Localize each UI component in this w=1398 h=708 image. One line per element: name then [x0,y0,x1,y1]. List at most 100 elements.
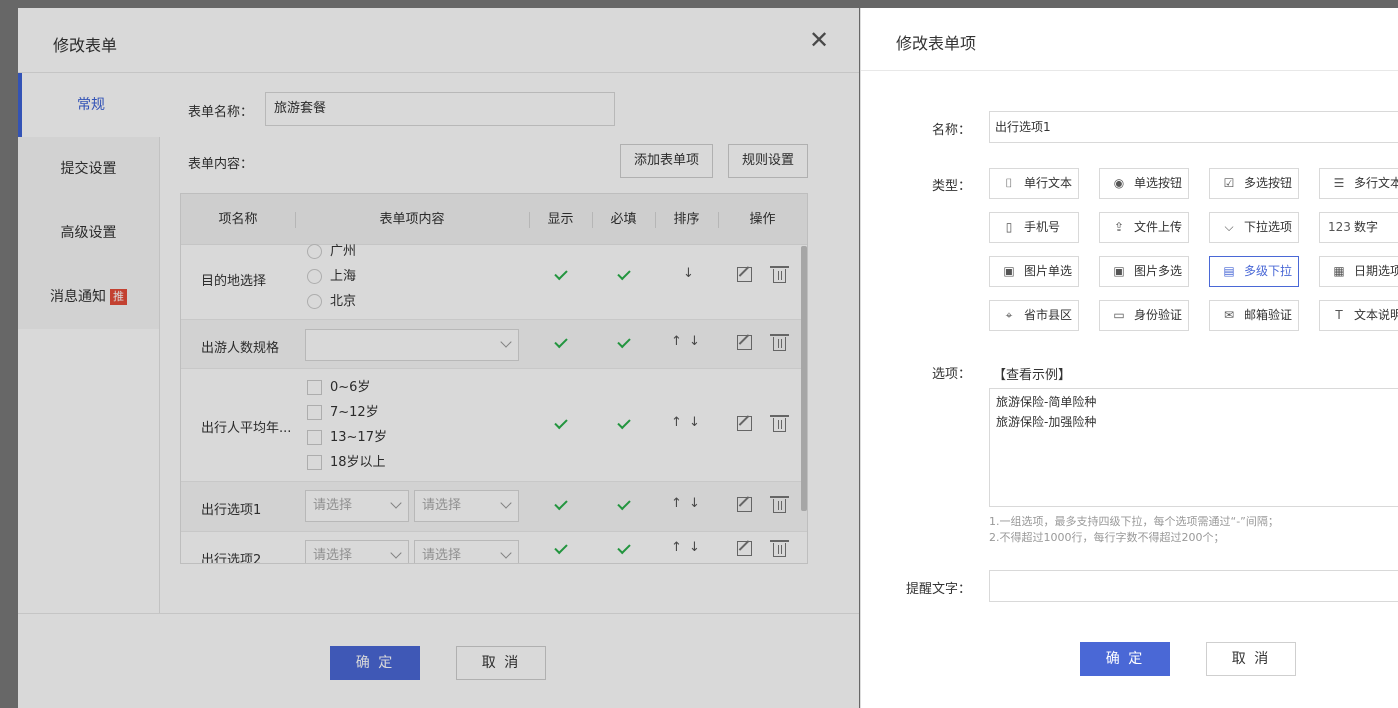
hint-text: 2.不得超过1000行，每行字数不得超过200个； [989,531,1225,544]
required-check-icon[interactable] [617,415,631,430]
header-item-content: 表单项内容 [379,212,445,227]
form-content-label: 表单内容： [188,157,254,172]
type-option-label: 单行文本 [1024,176,1073,190]
option-checkbox[interactable]: 18岁以上 [307,454,386,472]
view-example-link[interactable]: 【查看示例】 [993,364,1071,383]
type-option-2[interactable]: ◉ 单选按钮 [1099,168,1189,199]
required-check-icon[interactable] [617,266,631,281]
type-option-11[interactable]: ▤ 多级下拉 [1209,256,1299,287]
type-option-label: 下拉选项 [1244,220,1293,234]
recommend-badge: 推 [110,289,127,305]
type-option-15[interactable]: ✉ 邮箱验证 [1209,300,1299,331]
row-name: 出游人数规格 [201,341,280,356]
edit-icon[interactable] [737,335,752,350]
type-option-5[interactable]: ▯ 手机号 [989,212,1079,243]
text-icon: T [1335,308,1343,322]
sort-down-icon[interactable]: ↓ [689,496,700,511]
option-radio[interactable]: 北京 [307,293,356,311]
remind-label: 提醒文字： [905,582,971,597]
sort-down-icon[interactable]: ↓ [683,266,694,281]
remind-text-input[interactable] [989,570,1398,602]
item-name-input[interactable]: 出行选项1 [989,111,1398,143]
type-option-4[interactable]: ☰ 多行文本 [1319,168,1398,199]
confirm-button[interactable]: 确 定 [330,646,420,680]
type-option-label: 日期选项 [1354,264,1398,278]
sidebar-item-notifications[interactable]: 消息通知推 [18,265,159,329]
sort-down-icon[interactable]: ↓ [689,540,700,555]
single-line-text-icon: ⌷ [1005,176,1013,190]
type-option-16[interactable]: T 文本说明 [1319,300,1398,331]
level1-select[interactable]: 请选择 [305,490,409,522]
type-option-9[interactable]: ▣ 图片单选 [989,256,1079,287]
delete-icon[interactable] [770,266,789,283]
option-checkbox[interactable]: 0~6岁 [307,379,370,397]
display-check-icon[interactable] [554,334,568,349]
delete-icon[interactable] [770,415,789,432]
option-checkbox[interactable]: 13~17岁 [307,429,387,447]
add-form-item-button[interactable]: 添加表单项 [620,144,713,178]
table-row: 出游人数规格 ↑ ↓ [181,320,807,369]
panel-confirm-button[interactable]: 确 定 [1080,642,1170,676]
name-label: 名称： [931,123,971,138]
type-option-1[interactable]: ⌷ 单行文本 [989,168,1079,199]
sort-up-icon[interactable]: ↑ [671,540,682,555]
sidebar-item-submit-settings[interactable]: 提交设置 [18,137,159,201]
option-radio[interactable]: 上海 [307,268,356,286]
edit-icon[interactable] [737,497,752,512]
id-card-icon: ▭ [1113,308,1125,322]
sort-down-icon[interactable]: ↓ [689,415,700,430]
number-icon: 123 [1328,220,1351,234]
level2-select[interactable]: 请选择 [414,540,519,563]
edit-icon[interactable] [737,541,752,556]
sort-up-icon[interactable]: ↑ [671,334,682,349]
display-check-icon[interactable] [554,496,568,511]
required-check-icon[interactable] [617,334,631,349]
option-radio[interactable]: 广州 [307,243,356,261]
type-option-label: 多选按钮 [1244,176,1293,190]
table-scrollbar[interactable] [801,246,807,511]
delete-icon[interactable] [770,540,789,557]
cancel-button[interactable]: 取 消 [456,646,546,680]
level1-select[interactable]: 请选择 [305,540,409,563]
required-check-icon[interactable] [617,540,631,555]
delete-icon[interactable] [770,334,789,351]
dropdown-select[interactable] [305,329,519,361]
delete-icon[interactable] [770,496,789,513]
header-display: 显示 [547,212,574,227]
dialog-footer: 确 定 取 消 [18,613,859,708]
type-option-label: 文本说明 [1354,308,1398,322]
display-check-icon[interactable] [554,540,568,555]
type-option-8[interactable]: 123 数字 [1319,212,1398,243]
options-textarea[interactable]: 旅游保险-简单险种 旅游保险-加强险种 [989,388,1398,507]
image-multi-icon: ▣ [1113,264,1125,278]
display-check-icon[interactable] [554,266,568,281]
sort-up-icon[interactable]: ↑ [671,415,682,430]
multi-level-dropdown-icon: ▤ [1223,264,1235,278]
type-option-10[interactable]: ▣ 图片多选 [1099,256,1189,287]
sidebar-item-advanced-settings[interactable]: 高级设置 [18,201,159,265]
checkbox-icon: ☑ [1223,176,1235,190]
form-name-input[interactable]: 旅游套餐 [265,92,615,126]
panel-cancel-button[interactable]: 取 消 [1206,642,1296,676]
required-check-icon[interactable] [617,496,631,511]
table-row: 出行人平均年... 0~6岁 7~12岁 13~17岁 18岁以上 ↑ ↓ [181,369,807,482]
edit-form-dialog: 修改表单 ✕ 常规 提交设置 高级设置 消息通知推 表单名称： 旅游套餐 表单内… [18,8,859,708]
close-icon[interactable]: ✕ [808,28,830,52]
option-checkbox[interactable]: 7~12岁 [307,404,379,422]
display-check-icon[interactable] [554,415,568,430]
type-option-13[interactable]: ⌖ 省市县区 [989,300,1079,331]
type-option-6[interactable]: ⇪ 文件上传 [1099,212,1189,243]
header-actions: 操作 [749,212,776,227]
rule-settings-button[interactable]: 规则设置 [728,144,808,178]
sidebar-item-general[interactable]: 常规 [18,73,160,137]
type-option-7[interactable]: ⌵ 下拉选项 [1209,212,1299,243]
sort-up-icon[interactable]: ↑ [671,496,682,511]
edit-icon[interactable] [737,267,752,282]
sort-down-icon[interactable]: ↓ [689,334,700,349]
type-option-3[interactable]: ☑ 多选按钮 [1209,168,1299,199]
type-option-12[interactable]: ▦ 日期选项 [1319,256,1398,287]
mail-icon: ✉ [1223,308,1235,322]
type-option-14[interactable]: ▭ 身份验证 [1099,300,1189,331]
edit-icon[interactable] [737,416,752,431]
level2-select[interactable]: 请选择 [414,490,519,522]
